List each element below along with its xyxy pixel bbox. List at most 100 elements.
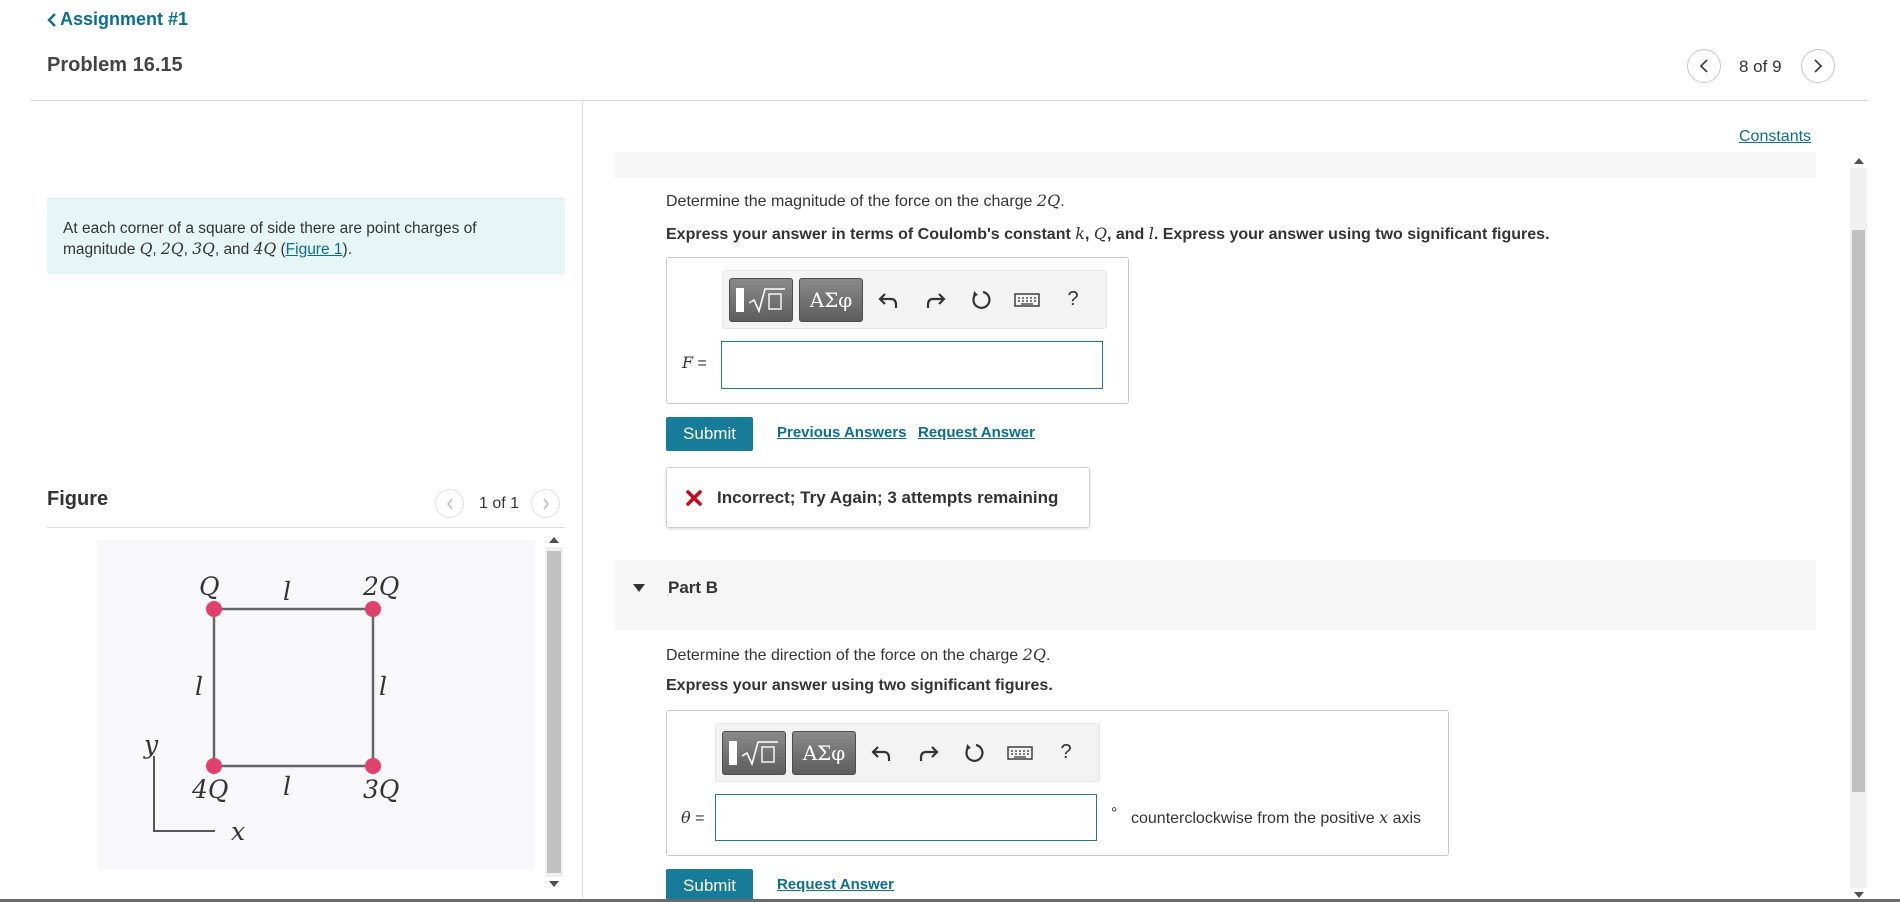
part-b-request-answer-link[interactable]: Request Answer bbox=[777, 876, 894, 893]
part-b-question: Determine the direction of the force on … bbox=[666, 645, 1050, 665]
answer-label-f: F = bbox=[682, 353, 707, 373]
caret-down-icon[interactable] bbox=[632, 583, 646, 593]
label-top-left: Q bbox=[199, 572, 220, 601]
intro-separator: ( bbox=[276, 241, 286, 258]
part-b-instructions: Express your answer using two significan… bbox=[666, 677, 1053, 694]
part-a-instructions: Express your answer in terms of Coulomb'… bbox=[666, 224, 1550, 244]
figure-counter: 1 of 1 bbox=[479, 495, 520, 512]
charge-q: Q bbox=[139, 240, 153, 258]
part-a-request-answer-link[interactable]: Request Answer bbox=[918, 424, 1035, 441]
redo-icon[interactable] bbox=[915, 278, 955, 322]
question-end: . bbox=[1060, 193, 1065, 210]
help-button[interactable]: ? bbox=[1053, 278, 1093, 322]
var-theta: θ bbox=[681, 808, 691, 827]
label-side-bottom: l bbox=[283, 772, 291, 801]
label-side-right: l bbox=[379, 672, 387, 701]
scroll-up-icon[interactable] bbox=[549, 537, 559, 543]
force-answer-input[interactable] bbox=[721, 341, 1103, 389]
instruction-sep: , and bbox=[1106, 226, 1149, 243]
equals-sign: = bbox=[690, 810, 705, 827]
reset-icon[interactable] bbox=[954, 731, 994, 775]
figure-1-link[interactable]: Figure 1 bbox=[286, 241, 343, 258]
templates-button[interactable] bbox=[722, 730, 786, 775]
previous-problem-button[interactable] bbox=[1687, 49, 1721, 83]
scroll-thumb[interactable] bbox=[547, 551, 561, 873]
label-axis-y: y bbox=[143, 730, 159, 759]
part-b-header[interactable] bbox=[615, 560, 1816, 630]
charge-2q: 2Q bbox=[161, 240, 184, 258]
instruction-text: Express your answer in terms of Coulomb'… bbox=[666, 226, 1076, 243]
problem-counter: 8 of 9 bbox=[1739, 57, 1782, 76]
radical-icon bbox=[748, 287, 785, 313]
var-k: k bbox=[1075, 224, 1085, 243]
help-button[interactable]: ? bbox=[1046, 731, 1086, 775]
figure-scrollbar[interactable] bbox=[545, 533, 563, 891]
direction-answer-input[interactable] bbox=[715, 794, 1097, 841]
figure-next-button[interactable] bbox=[531, 489, 560, 518]
var-x: x bbox=[1379, 808, 1389, 827]
charge-square-diagram: Q 2Q 4Q 3Q l l l l y x bbox=[97, 540, 535, 870]
error-x-icon bbox=[686, 489, 702, 506]
template-box-icon bbox=[728, 740, 737, 765]
math-toolbar: ΑΣφ ? bbox=[715, 723, 1100, 782]
reset-icon[interactable] bbox=[961, 278, 1001, 322]
part-b-title: Part B bbox=[668, 578, 719, 597]
intro-separator: , bbox=[183, 241, 193, 258]
part-b-submit-button[interactable]: Submit bbox=[666, 869, 753, 902]
var-f: F bbox=[682, 353, 694, 372]
var-q: Q bbox=[1093, 224, 1107, 243]
column-divider bbox=[582, 101, 583, 902]
constants-link[interactable]: Constants bbox=[1739, 128, 1811, 146]
templates-button[interactable] bbox=[729, 277, 793, 322]
previous-answers-link[interactable]: Previous Answers bbox=[777, 424, 907, 441]
redo-icon[interactable] bbox=[908, 731, 948, 775]
direction-unit-text: counterclockwise from the positive x axi… bbox=[1131, 808, 1421, 828]
label-bottom-right: 3Q bbox=[363, 775, 399, 804]
chevron-right-icon bbox=[1814, 59, 1823, 73]
math-toolbar: ΑΣφ ? bbox=[722, 270, 1107, 329]
question-var: 2Q bbox=[1022, 645, 1046, 664]
unit-text: axis bbox=[1388, 810, 1422, 827]
question-text: Determine the direction of the force on … bbox=[666, 647, 1023, 664]
feedback-text: Incorrect; Try Again; 3 attempts remaini… bbox=[717, 487, 1059, 507]
keyboard-icon[interactable] bbox=[1000, 731, 1040, 775]
back-to-assignment-link[interactable]: Assignment #1 bbox=[46, 9, 188, 30]
question-end: . bbox=[1045, 647, 1051, 664]
charge-dot-bottom-left bbox=[206, 758, 222, 774]
scroll-up-icon[interactable] bbox=[1854, 158, 1864, 164]
problem-intro: At each corner of a square of side there… bbox=[47, 198, 565, 274]
radical-icon bbox=[741, 740, 778, 766]
problem-title: Problem 16.15 bbox=[47, 54, 183, 76]
figure-title: Figure bbox=[47, 488, 109, 510]
intro-end: ). bbox=[342, 241, 352, 258]
chevron-right-icon bbox=[542, 498, 549, 509]
part-a-question: Determine the magnitude of the force on … bbox=[666, 191, 1065, 211]
next-problem-button[interactable] bbox=[1801, 49, 1835, 83]
label-bottom-left: 4Q bbox=[191, 775, 228, 804]
degree-symbol: ° bbox=[1111, 805, 1118, 822]
question-var: 2Q bbox=[1036, 191, 1061, 210]
chevron-left-icon bbox=[1699, 59, 1708, 73]
scroll-down-icon[interactable] bbox=[549, 881, 559, 887]
charge-dot-top-left bbox=[206, 601, 222, 617]
scroll-thumb[interactable] bbox=[1852, 230, 1865, 792]
label-side-left: l bbox=[195, 672, 203, 701]
equals-sign: = bbox=[693, 355, 707, 372]
undo-icon[interactable] bbox=[869, 278, 909, 322]
greek-symbols-button[interactable]: ΑΣφ bbox=[799, 277, 863, 322]
chevron-left-icon bbox=[446, 498, 453, 509]
chevron-left-icon bbox=[47, 12, 56, 27]
scroll-down-icon[interactable] bbox=[1854, 892, 1864, 898]
greek-symbols-button[interactable]: ΑΣφ bbox=[792, 730, 856, 775]
back-link-label: Assignment #1 bbox=[60, 9, 189, 29]
instruction-text: . Express your answer using two signific… bbox=[1153, 226, 1550, 243]
part-a-header bbox=[615, 152, 1816, 178]
instruction-sep: , bbox=[1084, 226, 1094, 243]
main-scrollbar[interactable] bbox=[1850, 154, 1867, 902]
keyboard-icon[interactable] bbox=[1007, 278, 1047, 322]
part-a-submit-button[interactable]: Submit bbox=[666, 417, 753, 451]
undo-icon[interactable] bbox=[862, 731, 902, 775]
answer-label-theta: θ = bbox=[681, 808, 704, 828]
figure-previous-button[interactable] bbox=[435, 489, 464, 518]
charge-dot-top-right bbox=[365, 601, 381, 617]
